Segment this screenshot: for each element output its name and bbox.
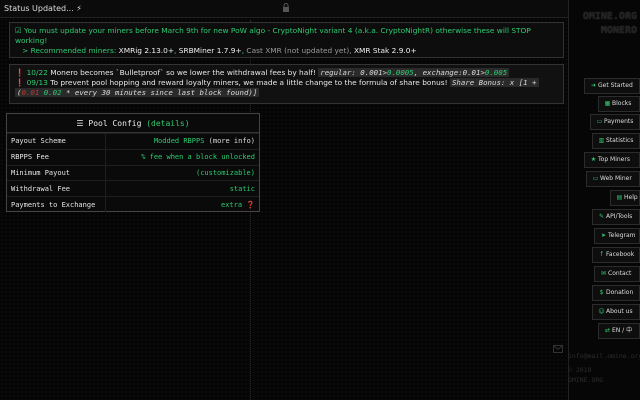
miner-link-srbminer[interactable]: SRBMiner 1.7.9+ [179, 46, 242, 55]
row-label: Payout Scheme [7, 133, 106, 150]
row-value: % fee when a block unlocked [105, 148, 259, 166]
nav-payments[interactable]: ▭ Payments [590, 114, 640, 130]
info-icon: ❗ [15, 78, 25, 87]
miner-link-castxmr[interactable]: Cast XMR [246, 46, 281, 55]
chart-icon: ▥ [598, 137, 605, 144]
status-text: Status Updated... ⚡ [4, 4, 82, 13]
row-label: Payments to Exchange [7, 196, 106, 213]
details-link[interactable]: (details) [146, 119, 189, 128]
row-label: RBPPS Fee [7, 148, 106, 166]
news-date: 09/13 [26, 78, 48, 87]
nav-about-us[interactable]: ☺About us [592, 304, 640, 320]
more-info-link[interactable]: (more info) [209, 137, 255, 145]
nav-get-started[interactable]: ➜ Get Started [584, 78, 640, 94]
check-square-icon: ☑ [15, 26, 22, 35]
table-row: Withdrawal Fee static [7, 180, 259, 197]
news-date: 10/22 [26, 68, 48, 77]
telegram-icon: ➤ [600, 232, 607, 239]
row-value[interactable]: extra ❓ [105, 196, 259, 213]
news-item: ❗ 09/13 To prevent pool hopping and rewa… [15, 78, 558, 98]
money-icon: ▭ [596, 118, 603, 125]
pool-config-title: Pool Config [88, 119, 142, 128]
notice-line: You must update your miners before March… [15, 26, 531, 45]
pool-config-table: Payout Scheme Modded RBPPS (more info) R… [7, 133, 259, 213]
chat-icon: ✉ [600, 270, 607, 277]
row-label: Withdrawal Fee [7, 180, 106, 197]
nav-language[interactable]: ⇄ EN / 中 [598, 323, 640, 339]
language-icon: ⇄ [604, 327, 611, 334]
table-row: Payments to Exchange extra ❓ [7, 196, 259, 213]
nav-top-miners[interactable]: ★ Top Miners [584, 152, 640, 168]
pool-config-panel: ☰ Pool Config (details) Payout Scheme Mo… [6, 113, 260, 213]
news-text: To prevent pool hopping and reward loyal… [50, 78, 448, 87]
nav-contact[interactable]: ✉ Contact [594, 266, 640, 282]
nav-help[interactable]: ▤ Help [610, 190, 640, 206]
update-notice: ☑ You must update your miners before Mar… [9, 22, 564, 58]
news-code: Share Bonus: x [1 + [449, 78, 539, 87]
nav-web-miner[interactable]: ▭ Web Miner [586, 171, 640, 187]
miner-link-xmrig[interactable]: XMRig 2.13.0+ [119, 46, 174, 55]
cubes-icon: ▦ [604, 100, 611, 107]
table-row: Minimum Payout (customizable) [7, 164, 259, 181]
star-icon: ★ [590, 156, 597, 163]
row-value: (customizable) [105, 164, 259, 181]
wrench-icon: ✎ [598, 213, 605, 220]
table-row: RBPPS Fee % fee when a block unlocked [7, 148, 259, 166]
rbpps-link[interactable]: Modded RBPPS [154, 137, 205, 145]
news-code-cont: (0.01 0.02 * every 30 minutes since last… [15, 88, 260, 97]
mail-icon [553, 345, 563, 353]
monitor-icon: ▭ [592, 175, 599, 182]
news-item: ❗ 10/22 Monero becomes `Bulletproof` so … [15, 68, 558, 78]
table-row: Payout Scheme Modded RBPPS (more info) [7, 133, 259, 150]
pool-config-header: ☰ Pool Config (details) [7, 114, 259, 133]
footer: info@mail.omine.org © 2018 OMINE.ORG [568, 351, 640, 385]
facebook-icon: f [600, 251, 603, 258]
recommended-label: > Recommended miners: [22, 46, 117, 55]
news-text: Monero becomes `Bulletproof` so we lower… [50, 68, 316, 77]
miner-link-xmrstak[interactable]: XMR Stak 2.9.0+ [354, 46, 417, 55]
row-value: static [105, 180, 259, 197]
users-icon: ☺ [598, 308, 605, 315]
info-icon: ❗ [15, 68, 25, 77]
miner-note: (not updated yet), [284, 46, 352, 55]
nav-facebook[interactable]: f Facebook [592, 247, 640, 263]
dollar-icon: $ [599, 289, 604, 296]
nav-telegram[interactable]: ➤ Telegram [594, 228, 640, 244]
status-bar: Status Updated... ⚡ [0, 0, 568, 18]
nav-donation[interactable]: $ Donation [592, 285, 640, 301]
arrow-right-icon: ➜ [590, 82, 597, 89]
site-logo[interactable]: OMINE.ORG MONERO [575, 10, 637, 38]
news-code: regular: 0.001>0.0005, exchange:0.01>0.0… [318, 68, 510, 77]
lock-icon [283, 3, 289, 12]
footer-brand: OMINE.ORG [568, 376, 604, 384]
nav-statistics[interactable]: ▥ Statistics [592, 133, 640, 149]
nav-blocks[interactable]: ▦ Blocks [598, 96, 640, 112]
row-label: Minimum Payout [7, 164, 106, 181]
book-icon: ▤ [616, 194, 623, 201]
news-box: ❗ 10/22 Monero becomes `Bulletproof` so … [9, 64, 564, 104]
sliders-icon: ☰ [76, 119, 84, 128]
row-value: Modded RBPPS (more info) [105, 133, 259, 150]
footer-email[interactable]: info@mail.omine.org [568, 351, 640, 361]
footer-copyright: © 2018 [568, 366, 592, 374]
nav-api-tools[interactable]: ✎ API/Tools [592, 209, 640, 225]
